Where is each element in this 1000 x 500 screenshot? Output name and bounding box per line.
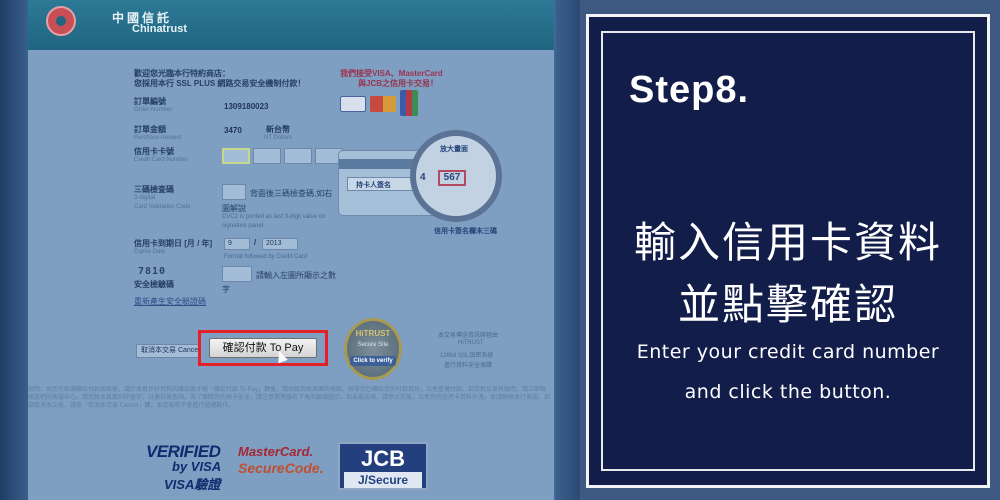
payment-form: 歡迎您光臨本行特約商店： 您採用本行 SSL PLUS 網路交易安全機制付款！ …: [28, 50, 554, 500]
card-no-label: 信用卡卡號: [134, 147, 174, 156]
bank-header: 中國信託 Chinatrust: [28, 0, 554, 50]
hitrust-seal[interactable]: HiTRUST Secure Site Click to verify: [344, 318, 402, 380]
seal-subtitle: Secure Site: [357, 342, 389, 348]
expiry-separator: /: [254, 238, 257, 247]
jcb-jsecure-logo: JCB J/Secure: [338, 442, 428, 490]
cvv-hint-zh-2: 圖解說: [222, 204, 246, 213]
card-no-field-3[interactable]: [284, 148, 312, 164]
bank-logo-icon: [46, 6, 76, 36]
order-no-value: 1309180023: [224, 102, 269, 111]
bank-name-en: Chinatrust: [132, 23, 187, 35]
expiry-label: 信用卡到期日 [月 / 年]: [134, 239, 213, 248]
card-no-label-en: Credit Card Number: [134, 157, 188, 163]
cvv-label: 三碼檢查碼: [134, 185, 174, 194]
order-no-label: 訂單編號: [134, 97, 166, 106]
zoom-cvv-sample: 567: [438, 170, 466, 186]
mastercard-securecode-logo: MasterCard. SecureCode.: [238, 444, 324, 476]
instruction-en-line-1: Enter your credit card number: [636, 341, 940, 363]
card-no-field-1[interactable]: [222, 148, 250, 164]
ssl-note-3: 128bit SSL加密系統: [440, 353, 494, 359]
instruction-zh-line-2: 並點擊確認: [677, 280, 898, 329]
magnifier-zoom: 放大畫面 4 567: [410, 130, 502, 222]
cvv-hint-en-1: CVC2 is printed as last 3-digit value on: [222, 214, 326, 220]
expiry-month-select[interactable]: 9: [224, 238, 250, 250]
captcha-label: 安全檢驗碼: [134, 280, 174, 289]
step-title: Step8.: [629, 69, 750, 111]
cvv-hint-zh: 背面後三碼檢查碼,如右: [250, 189, 333, 198]
cvv-label-en-2: Card Validation Code: [134, 204, 191, 210]
security-logos: VERIFIED by VISA VISA驗證 MasterCard. Secu…: [146, 442, 446, 492]
sig-label: 持卡人簽名: [356, 182, 391, 189]
expiry-hint: Format followed by Credit Card: [224, 254, 308, 260]
card-no-field-2[interactable]: [253, 148, 281, 164]
currency-en: NT Dollars: [264, 135, 293, 141]
cvv-card-diagram: 持卡人簽名 放大畫面 4 567 信用卡簽名欄末三碼: [338, 130, 538, 240]
seal-title: HiTRUST: [355, 329, 391, 338]
mastercard-icon: [370, 96, 396, 112]
welcome-line-2: 您採用本行 SSL PLUS 網路交易安全機制付款！: [134, 79, 306, 88]
instruction-zh-line-1: 輸入信用卡資料: [633, 218, 942, 267]
cvv-hint-en-2: signature panel.: [222, 223, 265, 229]
refresh-captcha-link[interactable]: 重新產生安全驗證碼: [134, 296, 206, 307]
footer-note: 說明：如您在點選確認付款按鈕後，請於本頁作好資料的確認後才按「確認付款 To P…: [28, 387, 550, 409]
pay-button-highlight: 確認付款 To Pay: [198, 330, 328, 366]
currency-zh: 新台幣: [266, 125, 290, 134]
cvv-label-en-1: 3-digital: [134, 195, 156, 201]
expiry-year-select[interactable]: 2013: [262, 238, 298, 250]
order-no-label-en: Order Number: [134, 107, 173, 113]
captcha-hint-2: 字: [222, 285, 230, 294]
expiry-label-en: Expire Date: [134, 249, 166, 255]
amount-value: 3470: [224, 126, 242, 135]
instruction-en-line-2: and click the button.: [684, 381, 892, 403]
ssl-note-2: HiTRUST: [458, 340, 484, 346]
zoom-digit-prefix: 4: [420, 172, 426, 183]
seal-verify-link[interactable]: Click to verify: [350, 356, 396, 366]
visa-card-icon: [340, 96, 366, 112]
ssl-note-4: 進行資料安全保護: [444, 363, 493, 369]
instruction-panel: Step8. 輸入信用卡資料 並點擊確認 Enter your credit c…: [586, 14, 990, 488]
amount-label-en: Purchase Amount: [134, 135, 182, 141]
zoom-label: 放大畫面: [440, 146, 468, 153]
jcb-card-icon: [400, 90, 418, 116]
captcha-hint: 請輸入左圖所顯示之數: [256, 271, 336, 280]
accepted-cards-line-2: 與JCB之信用卡交易！: [358, 79, 439, 88]
captcha-input[interactable]: [222, 266, 252, 282]
payment-page-screenshot: 中國信託 Chinatrust 歡迎您光臨本行特約商店： 您採用本行 SSL P…: [0, 0, 580, 500]
accepted-cards: [340, 90, 450, 120]
cvv-field[interactable]: [222, 184, 246, 200]
amount-label: 訂單金額: [134, 125, 166, 134]
pay-button[interactable]: 確認付款 To Pay: [209, 338, 317, 358]
ssl-note-1: 本交易傳送資訊將經由: [438, 333, 499, 339]
diagram-caption: 信用卡簽名欄末三碼: [434, 228, 497, 235]
captcha-image: 7810: [138, 266, 167, 277]
verified-by-visa-logo: VERIFIED by VISA VISA驗證: [146, 442, 222, 492]
